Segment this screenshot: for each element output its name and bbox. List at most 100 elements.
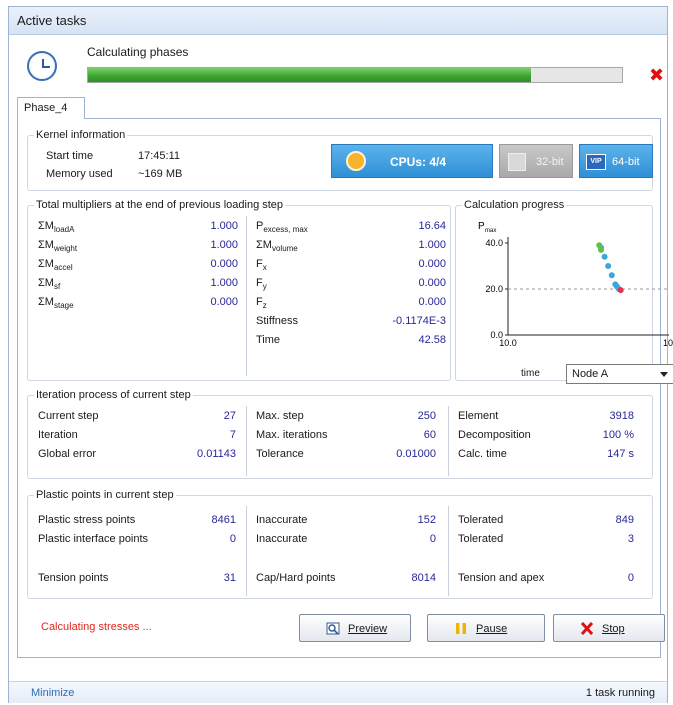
multiplier-symbol: F bbox=[256, 258, 263, 270]
row-label: Max. iterations bbox=[256, 429, 328, 441]
row-value: 0.01000 bbox=[396, 448, 436, 460]
multiplier-label: ΣMaccel bbox=[38, 258, 73, 272]
row-value: 7 bbox=[229, 429, 236, 441]
start-time-value: 17:45:11 bbox=[138, 150, 181, 162]
active-tasks-window: Active tasks Calculating phases ✖ Phase_… bbox=[8, 6, 673, 703]
multiplier-value: 1.000 bbox=[210, 239, 238, 251]
window-title: Active tasks bbox=[9, 7, 667, 35]
iteration-group: Iteration process of current step Curren… bbox=[27, 389, 653, 479]
node-select-value: Node A bbox=[572, 368, 609, 380]
vip-icon: VIP bbox=[586, 154, 606, 170]
multiplier-subscript: accel bbox=[53, 263, 73, 272]
footer-bar: Minimize 1 task running bbox=[9, 681, 667, 703]
row-value: 60 bbox=[423, 429, 436, 441]
multiplier-symbol: ΣM bbox=[38, 239, 54, 251]
row-label: Plastic stress points bbox=[38, 514, 136, 526]
row-value: 0.01143 bbox=[197, 448, 236, 460]
row-value: 0 bbox=[429, 533, 436, 545]
pause-icon bbox=[456, 623, 466, 634]
stop-button[interactable]: Stop bbox=[553, 614, 665, 642]
row-label: Tension and apex bbox=[458, 572, 545, 584]
row-value: 8461 bbox=[211, 514, 236, 526]
node-select[interactable]: Node A bbox=[566, 364, 673, 384]
pause-button[interactable]: Pause bbox=[427, 614, 545, 642]
multiplier-symbol: Stiffness bbox=[256, 315, 298, 327]
64bit-label: 64-bit bbox=[612, 156, 640, 168]
row-value: 31 bbox=[223, 572, 236, 584]
32bit-label: 32-bit bbox=[536, 156, 564, 168]
multiplier-subscript: y bbox=[262, 282, 267, 291]
chart-y-label: P bbox=[478, 221, 485, 232]
row-value: 0 bbox=[229, 533, 236, 545]
multiplier-symbol: F bbox=[256, 296, 263, 308]
multiplier-label: Pexcess, max bbox=[256, 220, 308, 234]
preview-button[interactable]: Preview bbox=[299, 614, 411, 642]
multiplier-subscript: excess, max bbox=[263, 225, 308, 234]
multiplier-value: -0.1174E-3 bbox=[392, 315, 446, 327]
row-value: 27 bbox=[223, 410, 236, 422]
stop-icon bbox=[580, 622, 594, 635]
multiplier-label: ΣMweight bbox=[38, 239, 77, 253]
32bit-icon bbox=[508, 153, 526, 171]
pause-label: Pause bbox=[476, 623, 508, 635]
multiplier-label: Time bbox=[256, 334, 280, 346]
multiplier-symbol: ΣM bbox=[256, 239, 272, 251]
row-label: Plastic interface points bbox=[38, 533, 149, 545]
multiplier-value: 0.000 bbox=[210, 258, 238, 270]
multiplier-symbol: Time bbox=[256, 334, 281, 346]
clock-icon bbox=[27, 51, 57, 81]
row-value: 100 % bbox=[602, 429, 634, 441]
task-label: Calculating phases bbox=[87, 45, 189, 59]
row-label: Iteration bbox=[38, 429, 78, 441]
multiplier-subscript: z bbox=[262, 301, 267, 310]
multiplier-label: ΣMvolume bbox=[256, 239, 298, 253]
multipliers-group: Total multipliers at the end of previous… bbox=[27, 199, 451, 381]
cpus-indicator: CPUs: 4/4 bbox=[331, 144, 493, 178]
cpus-label: CPUs: 4/4 bbox=[390, 155, 447, 169]
chart-point bbox=[598, 246, 605, 253]
chart-x-tick-label: 10.0 bbox=[499, 338, 517, 348]
chart-point bbox=[601, 253, 608, 260]
minimize-link[interactable]: Minimize bbox=[31, 687, 74, 699]
progress-fill bbox=[88, 68, 532, 82]
32bit-indicator: 32-bit bbox=[499, 144, 573, 178]
row-label: Max. step bbox=[256, 410, 304, 422]
row-label: Tolerated bbox=[458, 533, 504, 545]
multiplier-label: Fz bbox=[256, 296, 267, 310]
iteration-title: Iteration process of current step bbox=[34, 389, 193, 401]
chevron-down-icon bbox=[660, 372, 668, 377]
row-label: Inaccurate bbox=[256, 533, 308, 545]
chart-x-label: time bbox=[521, 368, 540, 379]
start-time-label: Start time bbox=[46, 150, 94, 162]
chart-x-tick-label: 10 bbox=[663, 338, 673, 348]
chart-point bbox=[605, 263, 612, 269]
multiplier-value: 1.000 bbox=[210, 277, 238, 289]
close-task-icon[interactable]: ✖ bbox=[649, 65, 664, 86]
row-value: 849 bbox=[615, 514, 634, 526]
multiplier-value: 0.000 bbox=[210, 296, 238, 308]
multiplier-value: 42.58 bbox=[418, 334, 446, 346]
multiplier-value: 0.000 bbox=[418, 296, 446, 308]
plastic-group: Plastic points in current step Plastic s… bbox=[27, 489, 653, 599]
multiplier-symbol: ΣM bbox=[38, 296, 54, 308]
multiplier-value: 16.64 bbox=[418, 220, 446, 232]
row-label: Element bbox=[458, 410, 499, 422]
row-label: Global error bbox=[38, 448, 97, 460]
row-label: Inaccurate bbox=[256, 514, 308, 526]
chart-point bbox=[617, 287, 624, 294]
calc-progress-chart: Pmax0.020.040.010.0 10 bbox=[478, 221, 673, 348]
row-label: Current step bbox=[38, 410, 99, 422]
multiplier-label: ΣMstage bbox=[38, 296, 74, 310]
multiplier-value: 0.000 bbox=[418, 258, 446, 270]
chart-y-tick-label: 20.0 bbox=[485, 284, 503, 294]
multiplier-subscript: stage bbox=[53, 301, 74, 310]
multiplier-value: 1.000 bbox=[418, 239, 446, 251]
multiplier-label: ΣMsf bbox=[38, 277, 60, 291]
row-label: Decomposition bbox=[458, 429, 531, 441]
stop-label: Stop bbox=[602, 623, 625, 635]
tab-phase-4[interactable]: Phase_4 bbox=[17, 97, 85, 119]
row-label: Tolerance bbox=[256, 448, 304, 460]
row-value: 3918 bbox=[609, 410, 634, 422]
preview-label: Preview bbox=[348, 623, 388, 635]
multiplier-value: 0.000 bbox=[418, 277, 446, 289]
